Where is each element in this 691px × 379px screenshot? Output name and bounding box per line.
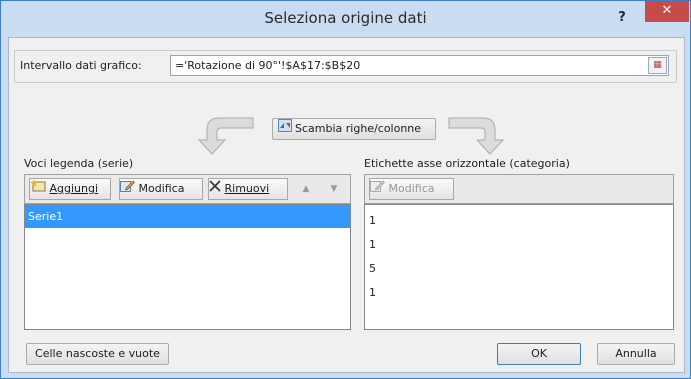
legend-toolbar: Aggiungi Modifica Rimuovi ▲ ▼ xyxy=(24,174,351,204)
category-list[interactable]: 1 1 5 1 xyxy=(364,204,674,330)
category-item[interactable]: 1 xyxy=(369,286,376,299)
edit-series-label: Modifica xyxy=(138,182,185,195)
cancel-button[interactable]: Annulla xyxy=(597,343,675,365)
curved-arrow-left-icon xyxy=(197,117,254,155)
add-series-button[interactable]: Aggiungi xyxy=(29,178,111,200)
add-icon xyxy=(30,179,50,195)
switch-icon xyxy=(278,119,292,139)
edit-icon xyxy=(370,180,389,195)
category-item[interactable]: 1 xyxy=(369,214,376,227)
category-item[interactable]: 1 xyxy=(369,238,376,251)
curved-arrow-right-icon xyxy=(448,117,505,155)
range-label: Intervallo dati grafico: xyxy=(20,59,142,72)
axis-heading: Etichette asse orizzontale (categoria) xyxy=(364,157,570,170)
switch-label: Scambia righe/colonne xyxy=(295,122,422,135)
series-list[interactable]: Serie1 xyxy=(24,204,351,330)
help-button[interactable]: ? xyxy=(613,9,631,27)
range-value: ='Rotazione di 90°'!$A$17:$B$20 xyxy=(175,59,361,72)
legend-heading: Voci legenda (serie) xyxy=(24,157,134,170)
range-picker-icon[interactable]: ▦ xyxy=(648,57,667,74)
dialog-title: Seleziona origine dati xyxy=(264,9,427,27)
remove-series-button[interactable]: Rimuovi xyxy=(208,178,288,200)
axis-toolbar: Modifica xyxy=(364,174,674,204)
series-item[interactable]: Serie1 xyxy=(25,205,350,228)
remove-icon xyxy=(209,180,225,195)
edit-series-button[interactable]: Modifica xyxy=(119,178,203,200)
move-up-button[interactable]: ▲ xyxy=(295,178,317,200)
edit-axis-labels-button[interactable]: Modifica xyxy=(369,178,454,200)
edit-icon xyxy=(120,180,139,195)
category-item[interactable]: 5 xyxy=(369,262,376,275)
close-button[interactable]: ✕ xyxy=(645,1,689,22)
ok-button[interactable]: OK xyxy=(497,343,581,365)
switch-row-column-button[interactable]: Scambia righe/colonne xyxy=(272,118,436,140)
move-down-button[interactable]: ▼ xyxy=(323,178,345,200)
range-input[interactable]: ='Rotazione di 90°'!$A$17:$B$20 ▦ xyxy=(170,55,669,76)
remove-series-label: Rimuovi xyxy=(224,182,270,195)
title-bar: Seleziona origine dati ? ✕ xyxy=(1,1,690,37)
add-series-label: Aggiungi xyxy=(49,182,99,195)
edit-axis-labels-label: Modifica xyxy=(388,182,435,195)
hidden-empty-cells-button[interactable]: Celle nascoste e vuote xyxy=(26,343,169,365)
